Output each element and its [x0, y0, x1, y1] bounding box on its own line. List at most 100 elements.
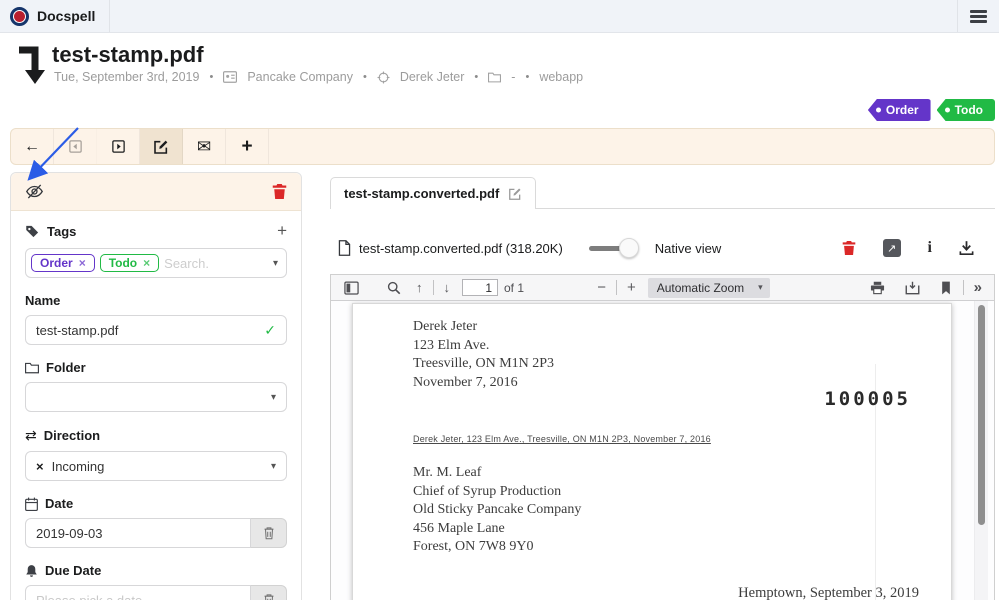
- page-down-button[interactable]: ↓: [440, 280, 455, 295]
- plus-icon: +: [241, 136, 252, 158]
- tag-badge-todo[interactable]: Todo: [937, 99, 995, 121]
- metadata-panel-header: [11, 173, 301, 211]
- delete-item-trash-icon[interactable]: [272, 183, 287, 200]
- edit-mode-button[interactable]: [140, 129, 183, 164]
- date-section-label: Date: [25, 496, 287, 511]
- due-date-field-group: [25, 585, 287, 600]
- item-source: webapp: [539, 70, 583, 84]
- tag-search-input[interactable]: [164, 256, 268, 271]
- saved-check-icon: ✓: [264, 322, 276, 339]
- file-actions: ↗ i: [842, 239, 988, 257]
- sidebar-toggle-button[interactable]: [339, 281, 364, 295]
- due-date-input[interactable]: [36, 593, 240, 600]
- item-toolbar: ← ✉ +: [10, 128, 995, 165]
- chevron-down-icon[interactable]: ▾: [273, 258, 278, 269]
- pdf-canvas-area[interactable]: Derek Jeter 123 Elm Ave. Treesville, ON …: [331, 301, 994, 600]
- file-name-size: test-stamp.converted.pdf (318.20K): [359, 241, 563, 256]
- doc-sender-address: Derek Jeter 123 Elm Ave. Treesville, ON …: [413, 318, 554, 392]
- page-count-label: of 1: [504, 281, 524, 295]
- direction-select[interactable]: × Incoming ▾: [25, 451, 287, 481]
- pdf-toolbar: ↑ ↓ of 1 − + Automatic Zoom ▾: [331, 275, 994, 301]
- doc-dateline: Hemptown, September 3, 2019: [738, 585, 919, 600]
- pdf-page: Derek Jeter 123 Elm Ave. Treesville, ON …: [352, 303, 952, 600]
- brand-home-link[interactable]: Docspell: [0, 0, 110, 32]
- folder-select[interactable]: ▾: [25, 382, 287, 412]
- mail-button[interactable]: ✉: [183, 129, 226, 164]
- tag-badge-order[interactable]: Order: [868, 99, 931, 121]
- eye-slash-icon[interactable]: [25, 183, 44, 200]
- crosshair-icon: [377, 71, 390, 84]
- pdf-scrollbar-thumb[interactable]: [978, 305, 985, 525]
- page-title: test-stamp.pdf: [52, 42, 204, 68]
- page-up-button[interactable]: ↑: [412, 280, 427, 295]
- caret-square-right-icon: [111, 139, 126, 154]
- ne-arrow-icon: ↗: [887, 242, 896, 255]
- prev-item-button[interactable]: [54, 129, 97, 164]
- tab-converted-pdf[interactable]: test-stamp.converted.pdf: [330, 177, 536, 209]
- save-button[interactable]: [900, 281, 925, 295]
- date-field-wrap: [25, 518, 251, 548]
- caret-square-left-icon: [68, 139, 83, 154]
- item-meta: Tue, September 3rd, 2019 • Pancake Compa…: [54, 70, 583, 84]
- due-date-section-label: Due Date: [25, 563, 287, 578]
- remove-tag-icon[interactable]: ×: [143, 256, 150, 270]
- calendar-icon: [25, 497, 38, 511]
- page-number-input[interactable]: [462, 279, 498, 296]
- add-tag-button[interactable]: +: [277, 221, 287, 241]
- file-row: test-stamp.converted.pdf (318.20K) Nativ…: [338, 233, 988, 263]
- doc-stamp-number: 100005: [824, 388, 911, 410]
- zoom-in-button[interactable]: +: [623, 279, 640, 296]
- envelope-icon: ✉: [197, 137, 211, 157]
- docspell-app: Docspell test-stamp.pdf Tue, September 3…: [0, 0, 999, 600]
- edit-icon: [153, 139, 169, 155]
- add-files-button[interactable]: +: [226, 129, 269, 164]
- zoom-out-button[interactable]: −: [593, 279, 610, 296]
- direction-value: Incoming: [52, 459, 105, 474]
- name-input[interactable]: [36, 323, 264, 338]
- item-date: Tue, September 3rd, 2019: [54, 70, 199, 84]
- trash-icon: [263, 526, 275, 540]
- chevron-down-icon: ▾: [271, 461, 276, 472]
- pdf-viewer: ↑ ↓ of 1 − + Automatic Zoom ▾: [330, 274, 995, 600]
- native-view-toggle[interactable]: [589, 238, 641, 258]
- tags-icon: [25, 224, 40, 239]
- download-icon[interactable]: [959, 240, 974, 256]
- chevron-down-icon: ▾: [758, 282, 763, 293]
- zoom-level-select[interactable]: Automatic Zoom ▾: [648, 278, 770, 298]
- next-item-button[interactable]: [97, 129, 140, 164]
- docspell-logo-icon: [10, 7, 29, 26]
- exchange-icon: ⇄: [25, 427, 37, 444]
- doc-recipient-address: Mr. M. Leaf Chief of Syrup Production Ol…: [413, 464, 581, 557]
- folder-section-label: Folder: [25, 360, 287, 375]
- menu-button[interactable]: [957, 0, 999, 32]
- tags-section-label: Tags +: [25, 221, 287, 241]
- id-card-icon: [223, 71, 237, 83]
- tag-badges: Order Todo: [868, 99, 995, 121]
- x-icon: ×: [36, 459, 44, 474]
- edit-icon[interactable]: [508, 187, 522, 201]
- tag-chip-todo[interactable]: Todo ×: [100, 254, 159, 272]
- folder-icon: [25, 361, 39, 374]
- search-icon[interactable]: [382, 281, 406, 295]
- bookmark-icon[interactable]: [935, 281, 957, 295]
- correspondent-org[interactable]: Pancake Company: [247, 70, 353, 84]
- level-down-icon: [16, 44, 46, 86]
- open-external-button[interactable]: ↗: [883, 239, 901, 257]
- tags-multiselect[interactable]: Order × Todo × ▾: [25, 248, 287, 278]
- more-tools-button[interactable]: »: [970, 279, 986, 296]
- concerning-person[interactable]: Derek Jeter: [400, 70, 465, 84]
- date-input[interactable]: [36, 526, 240, 541]
- navbar: Docspell: [0, 0, 999, 33]
- info-icon[interactable]: i: [928, 239, 932, 257]
- trash-icon: [263, 593, 275, 600]
- tag-chip-order[interactable]: Order ×: [31, 254, 95, 272]
- metadata-form: Tags + Order × Todo × ▾ Name: [11, 211, 301, 600]
- direction-section-label: ⇄ Direction: [25, 427, 287, 444]
- back-button[interactable]: ←: [11, 129, 54, 164]
- remove-tag-icon[interactable]: ×: [79, 256, 86, 270]
- clear-due-date-button[interactable]: [251, 585, 287, 600]
- delete-file-trash-icon[interactable]: [842, 240, 856, 256]
- clear-date-button[interactable]: [251, 518, 287, 548]
- native-view-label: Native view: [655, 241, 721, 256]
- print-button[interactable]: [865, 281, 890, 295]
